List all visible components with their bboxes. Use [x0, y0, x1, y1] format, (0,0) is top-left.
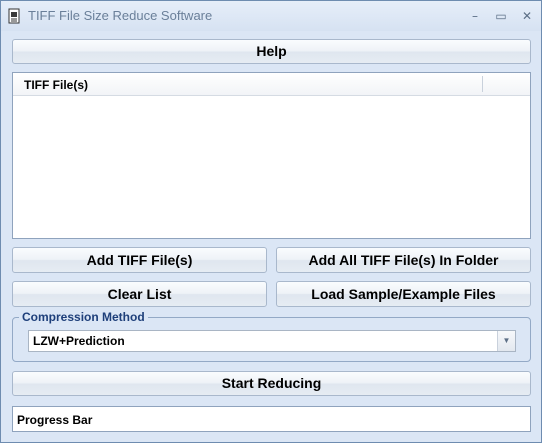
title-bar[interactable]: TIFF File Size Reduce Software – ▭ ✕	[1, 1, 541, 31]
clear-list-button[interactable]: Clear List	[12, 281, 267, 307]
window-title: TIFF File Size Reduce Software	[28, 8, 213, 23]
help-button[interactable]: Help	[12, 39, 531, 64]
add-folder-button[interactable]: Add All TIFF File(s) In Folder	[276, 247, 531, 273]
add-tiff-files-button[interactable]: Add TIFF File(s)	[12, 247, 267, 273]
list-header: TIFF File(s)	[13, 73, 530, 96]
compression-selected-value: LZW+Prediction	[33, 334, 125, 348]
tiff-file-icon[interactable]	[6, 8, 22, 24]
chevron-down-icon[interactable]: ▼	[497, 331, 515, 351]
progress-bar: Progress Bar	[12, 406, 531, 432]
compression-select[interactable]: LZW+Prediction ▼	[28, 330, 516, 352]
column-header-tiff-files[interactable]: TIFF File(s)	[24, 78, 88, 92]
progress-label: Progress Bar	[17, 413, 93, 427]
file-list[interactable]: TIFF File(s)	[12, 72, 531, 239]
column-separator[interactable]	[482, 76, 483, 92]
compression-group-label: Compression Method	[19, 310, 148, 324]
load-samples-button[interactable]: Load Sample/Example Files	[276, 281, 531, 307]
app-window: TIFF File Size Reduce Software – ▭ ✕ Hel…	[0, 0, 542, 443]
minimize-button[interactable]: –	[464, 7, 486, 25]
close-button[interactable]: ✕	[516, 7, 538, 25]
maximize-button[interactable]: ▭	[490, 7, 512, 25]
start-reducing-button[interactable]: Start Reducing	[12, 371, 531, 396]
